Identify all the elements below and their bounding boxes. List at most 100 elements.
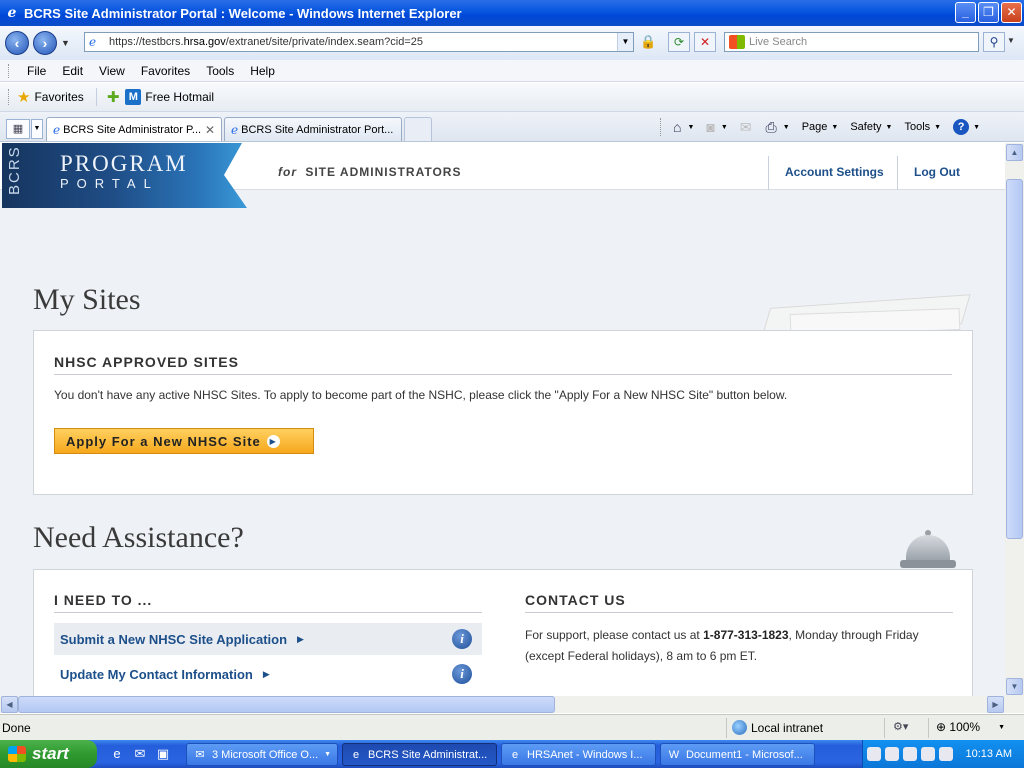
- protected-mode-icon[interactable]: ⚙▾: [893, 720, 908, 733]
- assistance-panel: I NEED TO ... Submit a New NHSC Site App…: [33, 569, 973, 696]
- divider: [54, 612, 482, 613]
- separator: [884, 718, 885, 738]
- zoom-icon: ⊕: [936, 720, 950, 734]
- free-hotmail-label: Free Hotmail: [145, 90, 215, 104]
- security-zone[interactable]: Local intranet: [732, 720, 823, 735]
- i-need-to-title: I NEED TO ...: [54, 592, 153, 608]
- quicklaunch-ie-icon[interactable]: e: [108, 745, 126, 763]
- vertical-scroll-thumb[interactable]: [1006, 179, 1023, 539]
- separator: [928, 718, 929, 738]
- messenger-tray-icon[interactable]: [921, 747, 935, 761]
- scroll-up-button[interactable]: ▲: [1006, 144, 1023, 161]
- clock: 10:13 AM: [965, 748, 1012, 760]
- help-tray-icon[interactable]: [867, 747, 881, 761]
- service-bell-icon: [900, 530, 956, 570]
- forward-button[interactable]: ›: [33, 31, 57, 55]
- new-tab-button[interactable]: [404, 117, 432, 141]
- quick-tabs-button[interactable]: ▦: [6, 119, 30, 139]
- separator: [726, 718, 727, 738]
- info-icon[interactable]: i: [452, 664, 472, 684]
- horizontal-scroll-thumb[interactable]: [18, 696, 555, 713]
- search-button[interactable]: ⚲: [983, 32, 1005, 52]
- menu-edit[interactable]: Edit: [54, 64, 91, 78]
- favorites-bar: ★ Favorites ✚ M Free Hotmail: [0, 83, 1024, 112]
- taskbar-item-bcrs[interactable]: e BCRS Site Administrat...: [342, 743, 497, 766]
- quicklaunch-desktop-icon[interactable]: ▣: [154, 745, 172, 763]
- toolbar-grip[interactable]: [8, 89, 11, 105]
- info-icon[interactable]: i: [452, 629, 472, 649]
- maximize-button[interactable]: ❐: [978, 2, 999, 23]
- support-phone: 1-877-313-1823: [703, 628, 789, 642]
- taskbar-item-hrsanet[interactable]: e HRSAnet - Windows I...: [501, 743, 656, 766]
- home-button[interactable]: ⌂ ▼: [673, 119, 694, 135]
- ie-logo-icon: e: [7, 5, 17, 21]
- security-tray-icon[interactable]: [939, 747, 953, 761]
- feeds-button[interactable]: ◙ ▼: [706, 119, 727, 135]
- favorites-label: Favorites: [34, 90, 84, 104]
- vertical-scrollbar[interactable]: ▲ ▼: [1005, 143, 1024, 696]
- read-mail-button[interactable]: ✉: [740, 119, 754, 136]
- log-out-link[interactable]: Log Out: [897, 156, 976, 190]
- logo-program: PROGRAM: [60, 151, 188, 176]
- taskbar-item-office[interactable]: ✉ 3 Microsoft Office O... ▼: [186, 743, 338, 766]
- tab-label: BCRS Site Administrator Port...: [241, 123, 394, 136]
- nhsc-approved-sites-panel: NHSC APPROVED SITES You don't have any a…: [33, 330, 973, 495]
- tab-bcrs-second[interactable]: e BCRS Site Administrator Port...: [224, 117, 402, 141]
- tab-bcrs-active[interactable]: e BCRS Site Administrator P... ✕: [46, 117, 222, 141]
- favorites-button[interactable]: ★ Favorites: [17, 88, 84, 106]
- page-icon: e: [89, 35, 97, 49]
- tab-bar: ▦ ▼ e BCRS Site Administrator P... ✕ e B…: [0, 112, 1024, 142]
- stop-button[interactable]: ✕: [694, 32, 716, 52]
- arrow-right-icon: ▶: [266, 434, 280, 448]
- scroll-down-button[interactable]: ▼: [1006, 678, 1023, 695]
- submit-site-application-link[interactable]: Submit a New NHSC Site Application ▶ i: [54, 623, 482, 655]
- star-icon: ★: [17, 89, 31, 106]
- close-tab-icon[interactable]: ✕: [205, 123, 215, 137]
- menu-file[interactable]: File: [19, 64, 54, 78]
- refresh-button[interactable]: ⟳: [668, 32, 690, 52]
- back-button[interactable]: ‹: [5, 31, 29, 55]
- free-hotmail-link[interactable]: M Free Hotmail: [125, 89, 214, 105]
- system-tray: 10:13 AM: [862, 740, 1024, 768]
- account-settings-link[interactable]: Account Settings: [768, 156, 900, 190]
- lock-icon[interactable]: 🔒: [640, 34, 656, 50]
- address-input[interactable]: e https://testbcrs.hrsa.gov/extranet/sit…: [84, 32, 634, 52]
- minimize-button[interactable]: _: [955, 2, 976, 23]
- network-tray-icon[interactable]: [885, 747, 899, 761]
- start-button[interactable]: start: [0, 740, 97, 768]
- zoom-value: 100%: [949, 720, 981, 734]
- help-menu[interactable]: ? ▼: [953, 119, 980, 135]
- taskbar-item-document1[interactable]: W Document1 - Microsof...: [660, 743, 815, 766]
- zoom-dropdown[interactable]: ▼: [998, 724, 1005, 731]
- zoom-level[interactable]: ⊕ 100% ▼: [936, 720, 1005, 734]
- add-favorite-icon[interactable]: ✚: [107, 88, 120, 106]
- toolbar-grip[interactable]: [8, 63, 11, 78]
- hotmail-icon: M: [125, 89, 142, 105]
- update-contact-information-link[interactable]: Update My Contact Information ▶ i: [54, 658, 482, 690]
- menu-tools[interactable]: Tools: [198, 64, 242, 78]
- search-options-dropdown[interactable]: ▼: [1007, 36, 1015, 45]
- safety-menu[interactable]: Safety ▼: [850, 121, 892, 133]
- menu-favorites[interactable]: Favorites: [133, 64, 198, 78]
- scroll-left-button[interactable]: ◀: [1, 696, 18, 713]
- tab-list-button[interactable]: ▼: [31, 119, 43, 139]
- scroll-right-button[interactable]: ▶: [987, 696, 1004, 713]
- quicklaunch-outlook-icon[interactable]: ✉: [131, 745, 149, 763]
- search-input[interactable]: Live Search: [724, 32, 979, 52]
- page-menu[interactable]: Page ▼: [802, 121, 839, 133]
- menu-help[interactable]: Help: [242, 64, 283, 78]
- program-portal-logo[interactable]: BCRS PROGRAM PORTAL: [2, 143, 247, 208]
- help-icon: ?: [953, 119, 970, 135]
- tools-menu[interactable]: Tools ▼: [904, 121, 941, 133]
- recent-pages-dropdown[interactable]: ▼: [61, 38, 70, 48]
- close-button[interactable]: ✕: [1001, 2, 1022, 23]
- print-button[interactable]: ⎙ ▼: [766, 119, 790, 136]
- address-dropdown-button[interactable]: ▼: [617, 33, 633, 51]
- contact-us-text: For support, please contact us at 1-877-…: [525, 628, 919, 663]
- toolbar-grip[interactable]: [660, 118, 663, 136]
- rss-icon: ◙: [706, 119, 715, 135]
- apply-new-nhsc-site-button[interactable]: Apply For a New NHSC Site ▶: [54, 428, 314, 454]
- menu-view[interactable]: View: [91, 64, 133, 78]
- outlook-tray-icon[interactable]: [903, 747, 917, 761]
- horizontal-scrollbar[interactable]: ◀ ▶: [0, 696, 1005, 713]
